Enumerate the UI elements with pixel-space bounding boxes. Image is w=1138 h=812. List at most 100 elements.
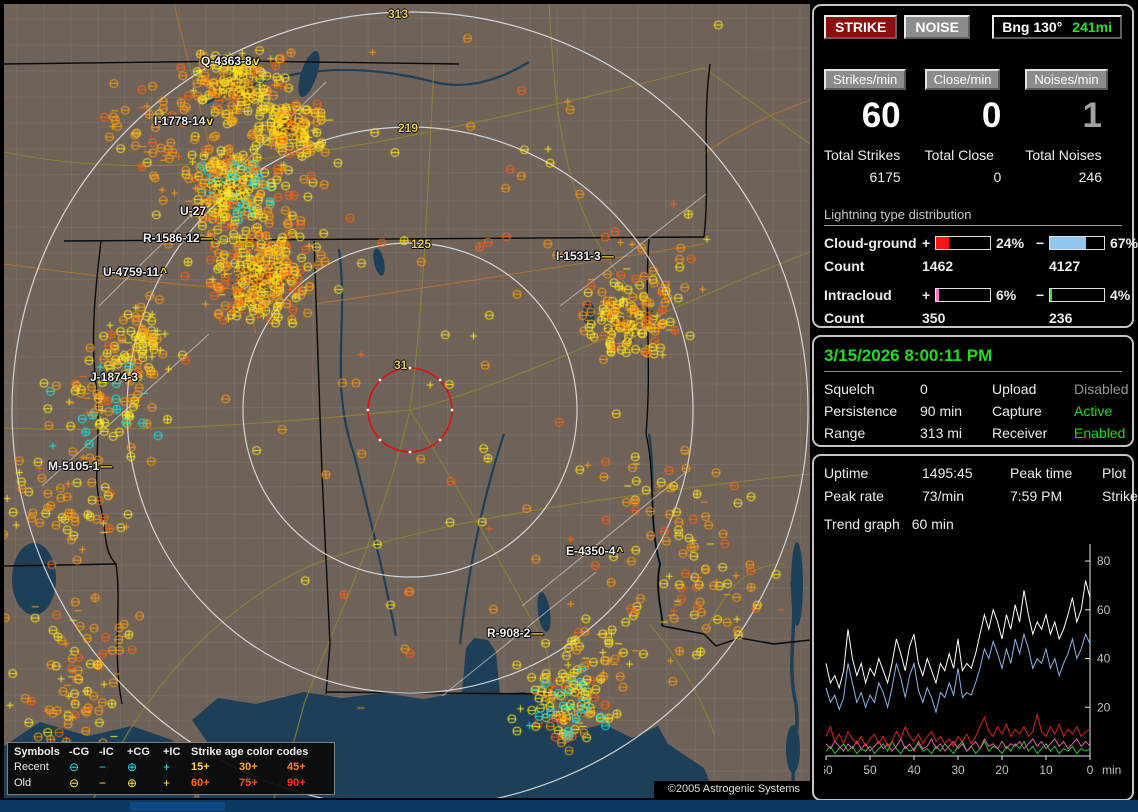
plot-label: Plot [1102,465,1127,481]
status-sidebar: STRIKE NOISE Bng 130° 241mi Strikes/min … [812,4,1138,808]
strikes-per-min-button[interactable]: Strikes/min [824,69,907,90]
strike-symbol-glyph: + [163,760,171,774]
range-label: Range [824,425,866,441]
ic-minus-bar [1049,288,1105,302]
minus-sign: − [1036,287,1045,303]
datetime-display: 3/15/2026 8:00:11 PM [824,346,1122,372]
total-noises-value: 246 [1078,169,1102,185]
legend-row-label: Recent [14,761,49,773]
range-value: 313 mi [920,425,963,441]
legend-col-neg-ic: -IC [99,746,114,758]
intracloud-count-row: Count 350 236 [824,310,1122,326]
receiver-status-panel: 3/15/2026 8:00:11 PM Squelch 0 Upload Di… [812,335,1134,447]
trend-graph-label: Trend graph [824,516,900,532]
total-strikes-value: 6175 [869,169,901,185]
legend-row-label: Old [14,777,32,789]
peak-time-value: 7:59 PM [1010,488,1063,504]
strike-symbol-glyph: + [163,776,171,790]
ic-minus-count: 236 [1049,310,1073,326]
distribution-title: Lightning type distribution [824,207,1122,226]
intracloud-label: Intracloud [824,287,892,303]
svg-text:30: 30 [951,763,965,777]
strike-symbols-canvas [4,4,810,798]
total-noises-label: Total Noises [1025,147,1102,163]
noises-per-min-button[interactable]: Noises/min [1025,69,1108,90]
noises-per-min-value: 1 [1082,96,1102,135]
lightning-map[interactable]: Q-4363-8v I-1778-14v U-27 R-1586-12— U-4759-… [4,4,810,798]
persistence-label: Persistence [824,403,898,419]
uptime-label: Uptime [824,465,869,481]
cloud-ground-row: Cloud-ground + 24% − 67% [824,235,1138,251]
strike-age-code: 60+ [191,777,210,789]
ic-minus-pct: 4% [1110,287,1131,303]
cg-plus-bar [935,236,991,250]
strike-symbol-glyph: ⊕ [127,776,138,790]
bearing-distance: 241mi [1072,19,1112,35]
minus-sign: − [1036,235,1045,251]
svg-text:60: 60 [824,763,833,777]
strike-age-code: 30+ [239,761,258,773]
svg-text:40: 40 [907,763,921,777]
strike-legend: Symbols -CG -IC +CG +IC Strike age color… [7,742,335,795]
bearing-readout: Bng 130° 241mi [992,15,1122,39]
strike-mode-button[interactable]: STRIKE [824,15,898,39]
uptime-value: 1495:45 [922,465,973,481]
strikes-per-min-value: 60 [861,96,901,135]
legend-col-pos-cg: +CG [127,746,150,758]
trend-graph-value: 60 min [911,516,954,532]
strike-age-code: 15+ [191,761,210,773]
total-close-value: 0 [993,169,1002,185]
capture-label: Capture [992,403,1042,419]
svg-text:10: 10 [1039,763,1053,777]
strike-symbol-glyph: − [99,776,107,790]
legend-symbols-header: Symbols [14,746,60,758]
cg-plus-count: 1462 [922,258,954,274]
intracloud-row: Intracloud + 6% − 4% [824,287,1130,303]
count-label: Count [824,310,865,326]
svg-text:50: 50 [863,763,877,777]
receiver-label: Receiver [992,425,1048,441]
plus-sign: + [922,235,931,251]
peak-rate-value: 73/min [922,488,965,504]
ic-plus-count: 350 [922,310,946,326]
svg-text:80: 80 [1097,554,1111,568]
strike-symbol-glyph: ⊖ [69,760,80,774]
peak-rate-label: Peak rate [824,488,884,504]
close-per-min-value: 0 [981,96,1002,135]
cg-minus-bar [1049,236,1105,250]
plot-value: Strike [1102,488,1138,504]
peak-time-label: Peak time [1010,465,1073,481]
copyright-text: ©2005 Astrogenic Systems [653,781,810,798]
count-label: Count [824,258,865,274]
cloud-ground-label: Cloud-ground [824,235,917,251]
ic-plus-bar [935,288,991,302]
cg-minus-count: 4127 [1049,258,1081,274]
strike-symbol-glyph: − [99,760,107,774]
svg-text:40: 40 [1097,652,1111,666]
close-rate-column: Close/min 0 Total Close 0 [924,69,1022,185]
strike-age-code: 45+ [287,761,306,773]
upload-value: Disabled [1074,381,1129,397]
squelch-label: Squelch [824,381,875,397]
svg-text:min: min [1102,763,1121,777]
stats-panel: STRIKE NOISE Bng 130° 241mi Strikes/min … [812,4,1138,328]
bearing-label: Bng 130° [1002,19,1063,35]
strikes-rate-column: Strikes/min 60 Total Strikes 6175 [824,69,921,185]
noise-mode-button[interactable]: NOISE [904,15,970,39]
upload-label: Upload [992,381,1037,397]
trend-graph-chart: 20 40 60 80 60 50 40 30 20 10 0 min [824,534,1126,782]
cloud-ground-count-row: Count 1462 4127 [824,258,1122,274]
legend-col-pos-ic: +IC [163,746,181,758]
svg-text:20: 20 [995,763,1009,777]
legend-age-header: Strike age color codes [191,746,309,758]
noises-rate-column: Noises/min 1 Total Noises 246 [1025,69,1122,185]
plus-sign: + [922,287,931,303]
cg-plus-pct: 24% [996,235,1025,251]
total-close-label: Total Close [924,147,994,163]
app-window: Q-4363-8v I-1778-14v U-27 R-1586-12— U-4759-… [0,0,1138,812]
total-strikes-label: Total Strikes [824,147,901,163]
close-per-min-button[interactable]: Close/min [924,69,1001,90]
taskbar-strip[interactable] [0,800,1138,812]
receiver-value: Enabled [1074,425,1126,441]
legend-col-neg-cg: -CG [69,746,90,758]
